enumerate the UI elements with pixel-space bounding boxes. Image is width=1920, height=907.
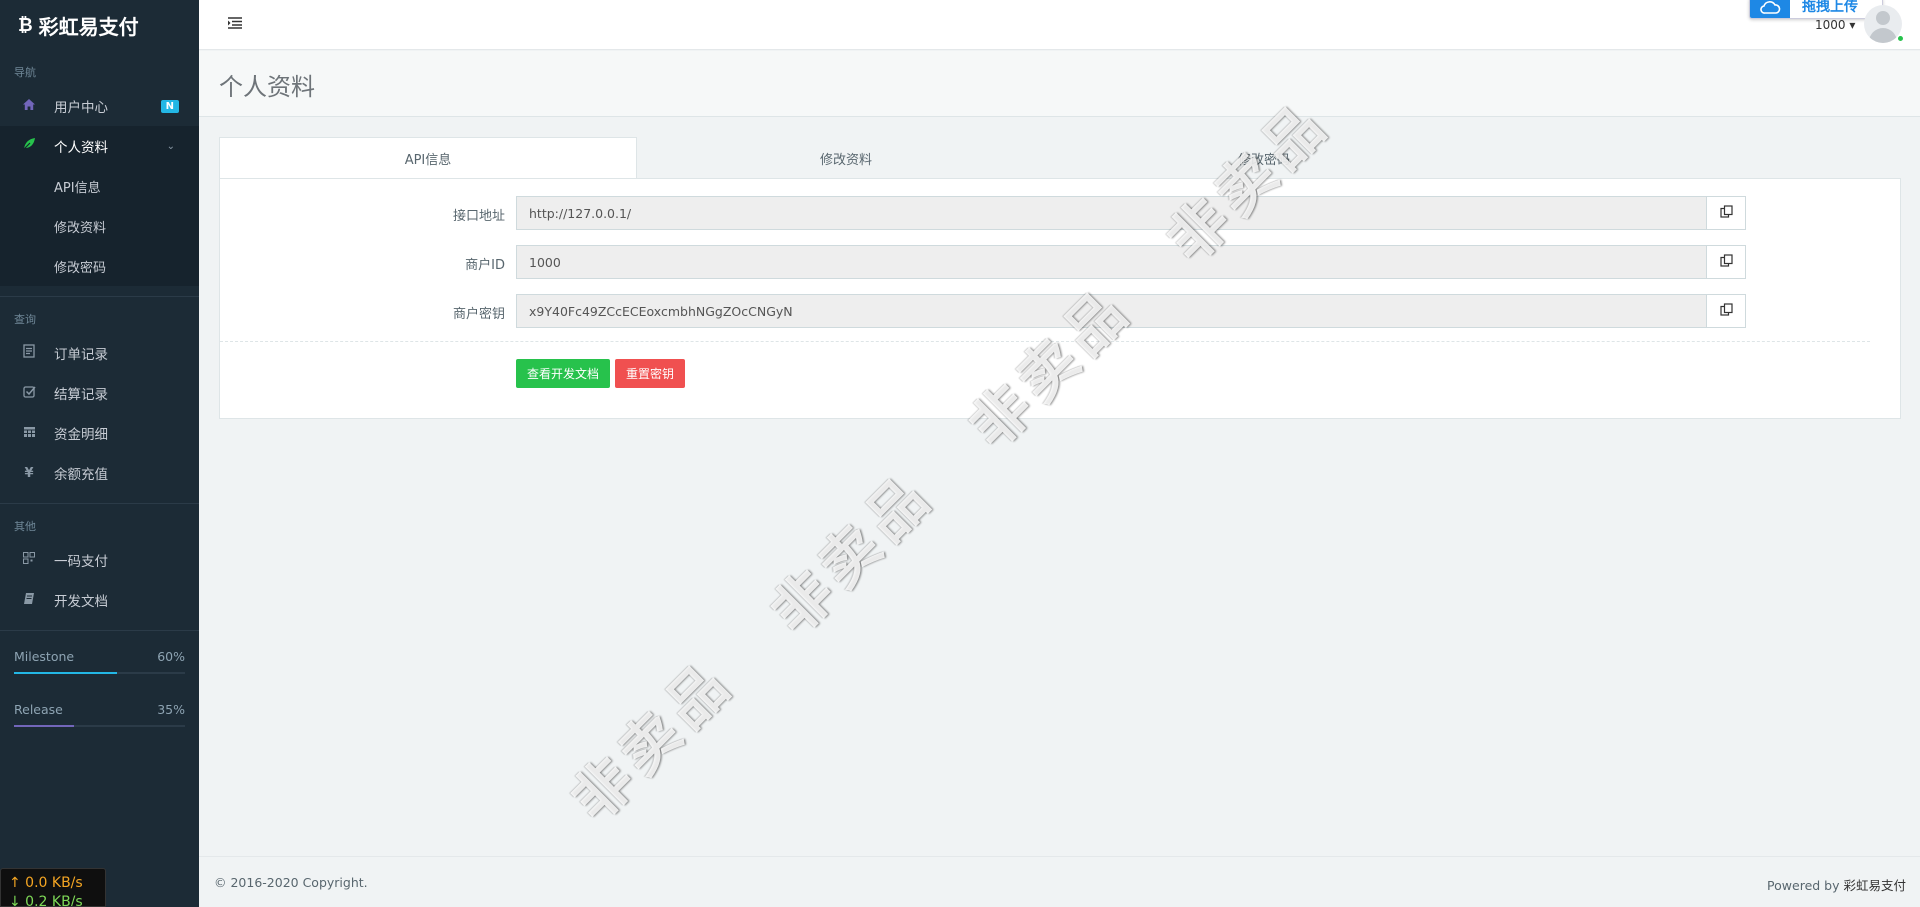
- online-status-dot: [1897, 35, 1904, 42]
- receipt-icon: [20, 344, 38, 362]
- reset-key-button[interactable]: 重置密钥: [615, 359, 686, 388]
- upload-speed: ↑ 0.0 KB/s: [9, 875, 83, 891]
- nav-section-header: 导航: [14, 66, 36, 79]
- copyright: © 2016-2020 Copyright.: [214, 875, 368, 890]
- progress-fill: [14, 672, 117, 674]
- merchant-id-row: 商户ID: [220, 245, 1900, 279]
- copy-icon: [1719, 253, 1733, 271]
- sidebar-item-settlements[interactable]: 结算记录: [0, 373, 199, 413]
- copy-icon: [1719, 302, 1733, 320]
- submenu-api-info[interactable]: API信息: [0, 166, 199, 206]
- sidebar-item-label: 余额充值: [54, 467, 108, 483]
- check-square-icon: [20, 385, 38, 402]
- user-dropdown[interactable]: 1000 ▾: [1815, 18, 1855, 32]
- sidebar-item-label: 订单记录: [54, 347, 108, 363]
- merchant-id-group: [516, 245, 1746, 279]
- home-icon: [20, 98, 38, 115]
- sidebar-item-label: 开发文档: [54, 594, 108, 610]
- merchant-id-field[interactable]: [516, 245, 1706, 279]
- sidebar-item-label: 用户中心: [54, 100, 108, 116]
- submenu-edit-profile[interactable]: 修改资料: [0, 206, 199, 246]
- form-divider: [220, 341, 1870, 342]
- merchant-key-label: 商户密钥: [452, 307, 505, 322]
- brand-name: 彩虹易支付: [38, 14, 139, 39]
- api-info-panel: 接口地址 商户ID 商户密钥 查看开发文档 重置密钥: [219, 178, 1901, 419]
- progress-track: [14, 725, 185, 727]
- milestone-progress: Milestone 60%: [0, 631, 199, 682]
- new-badge: N: [160, 99, 179, 113]
- leaf-icon: [20, 137, 38, 155]
- merchant-key-row: 商户密钥: [220, 294, 1900, 328]
- merchant-id-label: 商户ID: [465, 258, 505, 273]
- progress-track: [14, 672, 185, 674]
- copy-button[interactable]: [1706, 294, 1746, 328]
- qrcode-icon: [20, 552, 38, 568]
- page-title: 个人资料: [219, 73, 315, 101]
- profile-submenu: API信息 修改资料 修改密码: [0, 166, 199, 286]
- book-icon: [20, 592, 38, 609]
- bitcoin-logo-icon: ₿: [18, 14, 33, 36]
- sidebar-item-label: 结算记录: [54, 387, 108, 403]
- progress-percent: 60%: [157, 649, 185, 664]
- powered-by: Powered by 彩虹易支付: [1767, 875, 1906, 894]
- copy-button[interactable]: [1706, 196, 1746, 230]
- sidebar-item-qrpay[interactable]: 一码支付: [0, 540, 199, 580]
- release-progress: Release 35%: [0, 682, 199, 735]
- view-docs-button[interactable]: 查看开发文档: [516, 359, 611, 388]
- sidebar-item-profile[interactable]: 个人资料 ⌄: [0, 126, 199, 166]
- drag-upload-widget[interactable]: 拖拽上传: [1749, 0, 1883, 19]
- powered-by-brand[interactable]: 彩虹易支付: [1843, 878, 1906, 893]
- powered-by-prefix: Powered by: [1767, 878, 1844, 893]
- api-url-field[interactable]: [516, 196, 1706, 230]
- page-title-bar: 个人资料: [199, 51, 1920, 117]
- copy-icon: [1719, 204, 1733, 222]
- sidebar-item-label: 资金明细: [54, 427, 108, 443]
- sidebar-item-user-center[interactable]: 用户中心 N: [0, 86, 199, 126]
- network-speed-widget: ↑ 0.0 KB/s ↓ 0.2 KB/s: [0, 868, 106, 907]
- copy-button[interactable]: [1706, 245, 1746, 279]
- cloud-upload-icon: [1750, 0, 1790, 18]
- query-section-header: 查询: [14, 313, 36, 326]
- progress-percent: 35%: [157, 702, 185, 717]
- progress-fill: [14, 725, 74, 727]
- footer: © 2016-2020 Copyright. Powered by 彩虹易支付: [199, 856, 1920, 907]
- merchant-key-field[interactable]: [516, 294, 1706, 328]
- api-url-group: [516, 196, 1746, 230]
- submenu-change-password[interactable]: 修改密码: [0, 246, 199, 286]
- tab-edit-profile[interactable]: 修改资料: [637, 137, 1055, 179]
- progress-label: Milestone: [14, 649, 75, 664]
- calendar-icon: [20, 425, 38, 442]
- watermark-text: 非卖品: [558, 646, 747, 835]
- sidebar-item-funds[interactable]: 资金明细: [0, 413, 199, 453]
- top-header: 拖拽上传 1000 ▾: [199, 0, 1920, 50]
- progress-label: Release: [14, 702, 63, 717]
- profile-tabs: API信息 修改资料 修改密码: [219, 137, 1901, 179]
- api-url-row: 接口地址: [220, 196, 1900, 230]
- brand[interactable]: ₿ 彩虹易支付: [0, 0, 199, 50]
- sidebar-item-orders[interactable]: 订单记录: [0, 333, 199, 373]
- tab-change-password[interactable]: 修改密码: [1055, 137, 1473, 179]
- sidebar-item-docs[interactable]: 开发文档: [0, 580, 199, 620]
- sidebar: ₿ 彩虹易支付 导航 用户中心 N 个人资料 ⌄ API信息 修改资料 修改密码…: [0, 0, 199, 907]
- download-speed: ↓ 0.2 KB/s: [9, 894, 83, 907]
- upload-label: 拖拽上传: [1802, 0, 1858, 15]
- chevron-down-icon: ⌄: [166, 140, 175, 152]
- sidebar-item-label: 一码支付: [54, 554, 108, 570]
- merchant-key-group: [516, 294, 1746, 328]
- tab-api-info[interactable]: API信息: [219, 137, 637, 179]
- sidebar-item-recharge[interactable]: ¥ 余额充值: [0, 453, 199, 493]
- watermark-text: 非卖品: [758, 459, 947, 648]
- yen-icon: ¥: [24, 465, 34, 481]
- sidebar-item-label: 个人资料: [54, 140, 108, 156]
- other-section-header: 其他: [14, 520, 36, 533]
- menu-toggle-icon[interactable]: [228, 17, 242, 33]
- api-url-label: 接口地址: [452, 209, 505, 224]
